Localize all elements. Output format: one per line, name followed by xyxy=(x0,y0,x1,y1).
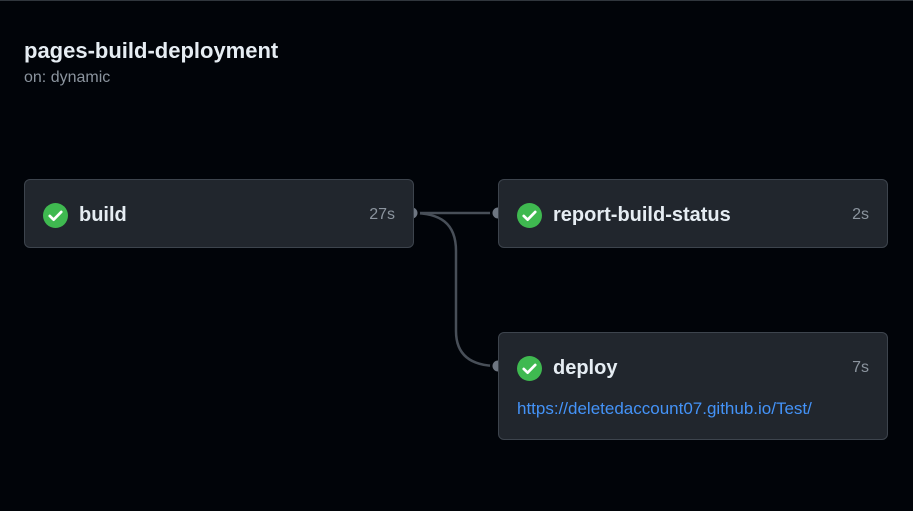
job-duration: 27s xyxy=(369,206,395,223)
check-circle-icon xyxy=(517,355,542,381)
job-card-build[interactable]: build 27s xyxy=(24,179,414,248)
job-duration: 2s xyxy=(852,206,869,223)
workflow-title: pages-build-deployment xyxy=(24,38,279,63)
connector-build-to-deploy xyxy=(411,211,499,368)
workflow-trigger: on: dynamic xyxy=(24,69,111,86)
job-card-deploy[interactable]: deploy 7s https://deletedaccount07.githu… xyxy=(498,332,888,440)
workflow-graph: pages-build-deployment on: dynamic build… xyxy=(0,0,913,511)
check-circle-icon xyxy=(43,202,68,228)
check-circle-icon xyxy=(517,202,542,228)
job-name: report-build-status xyxy=(553,203,731,226)
job-name: build xyxy=(79,203,127,226)
job-name: deploy xyxy=(553,356,618,379)
job-duration: 7s xyxy=(852,359,869,376)
deployment-url-link[interactable]: https://deletedaccount07.github.io/Test/ xyxy=(517,399,812,419)
job-card-report-build-status[interactable]: report-build-status 2s xyxy=(498,179,888,248)
workflow-header: pages-build-deployment on: dynamic xyxy=(24,37,278,87)
